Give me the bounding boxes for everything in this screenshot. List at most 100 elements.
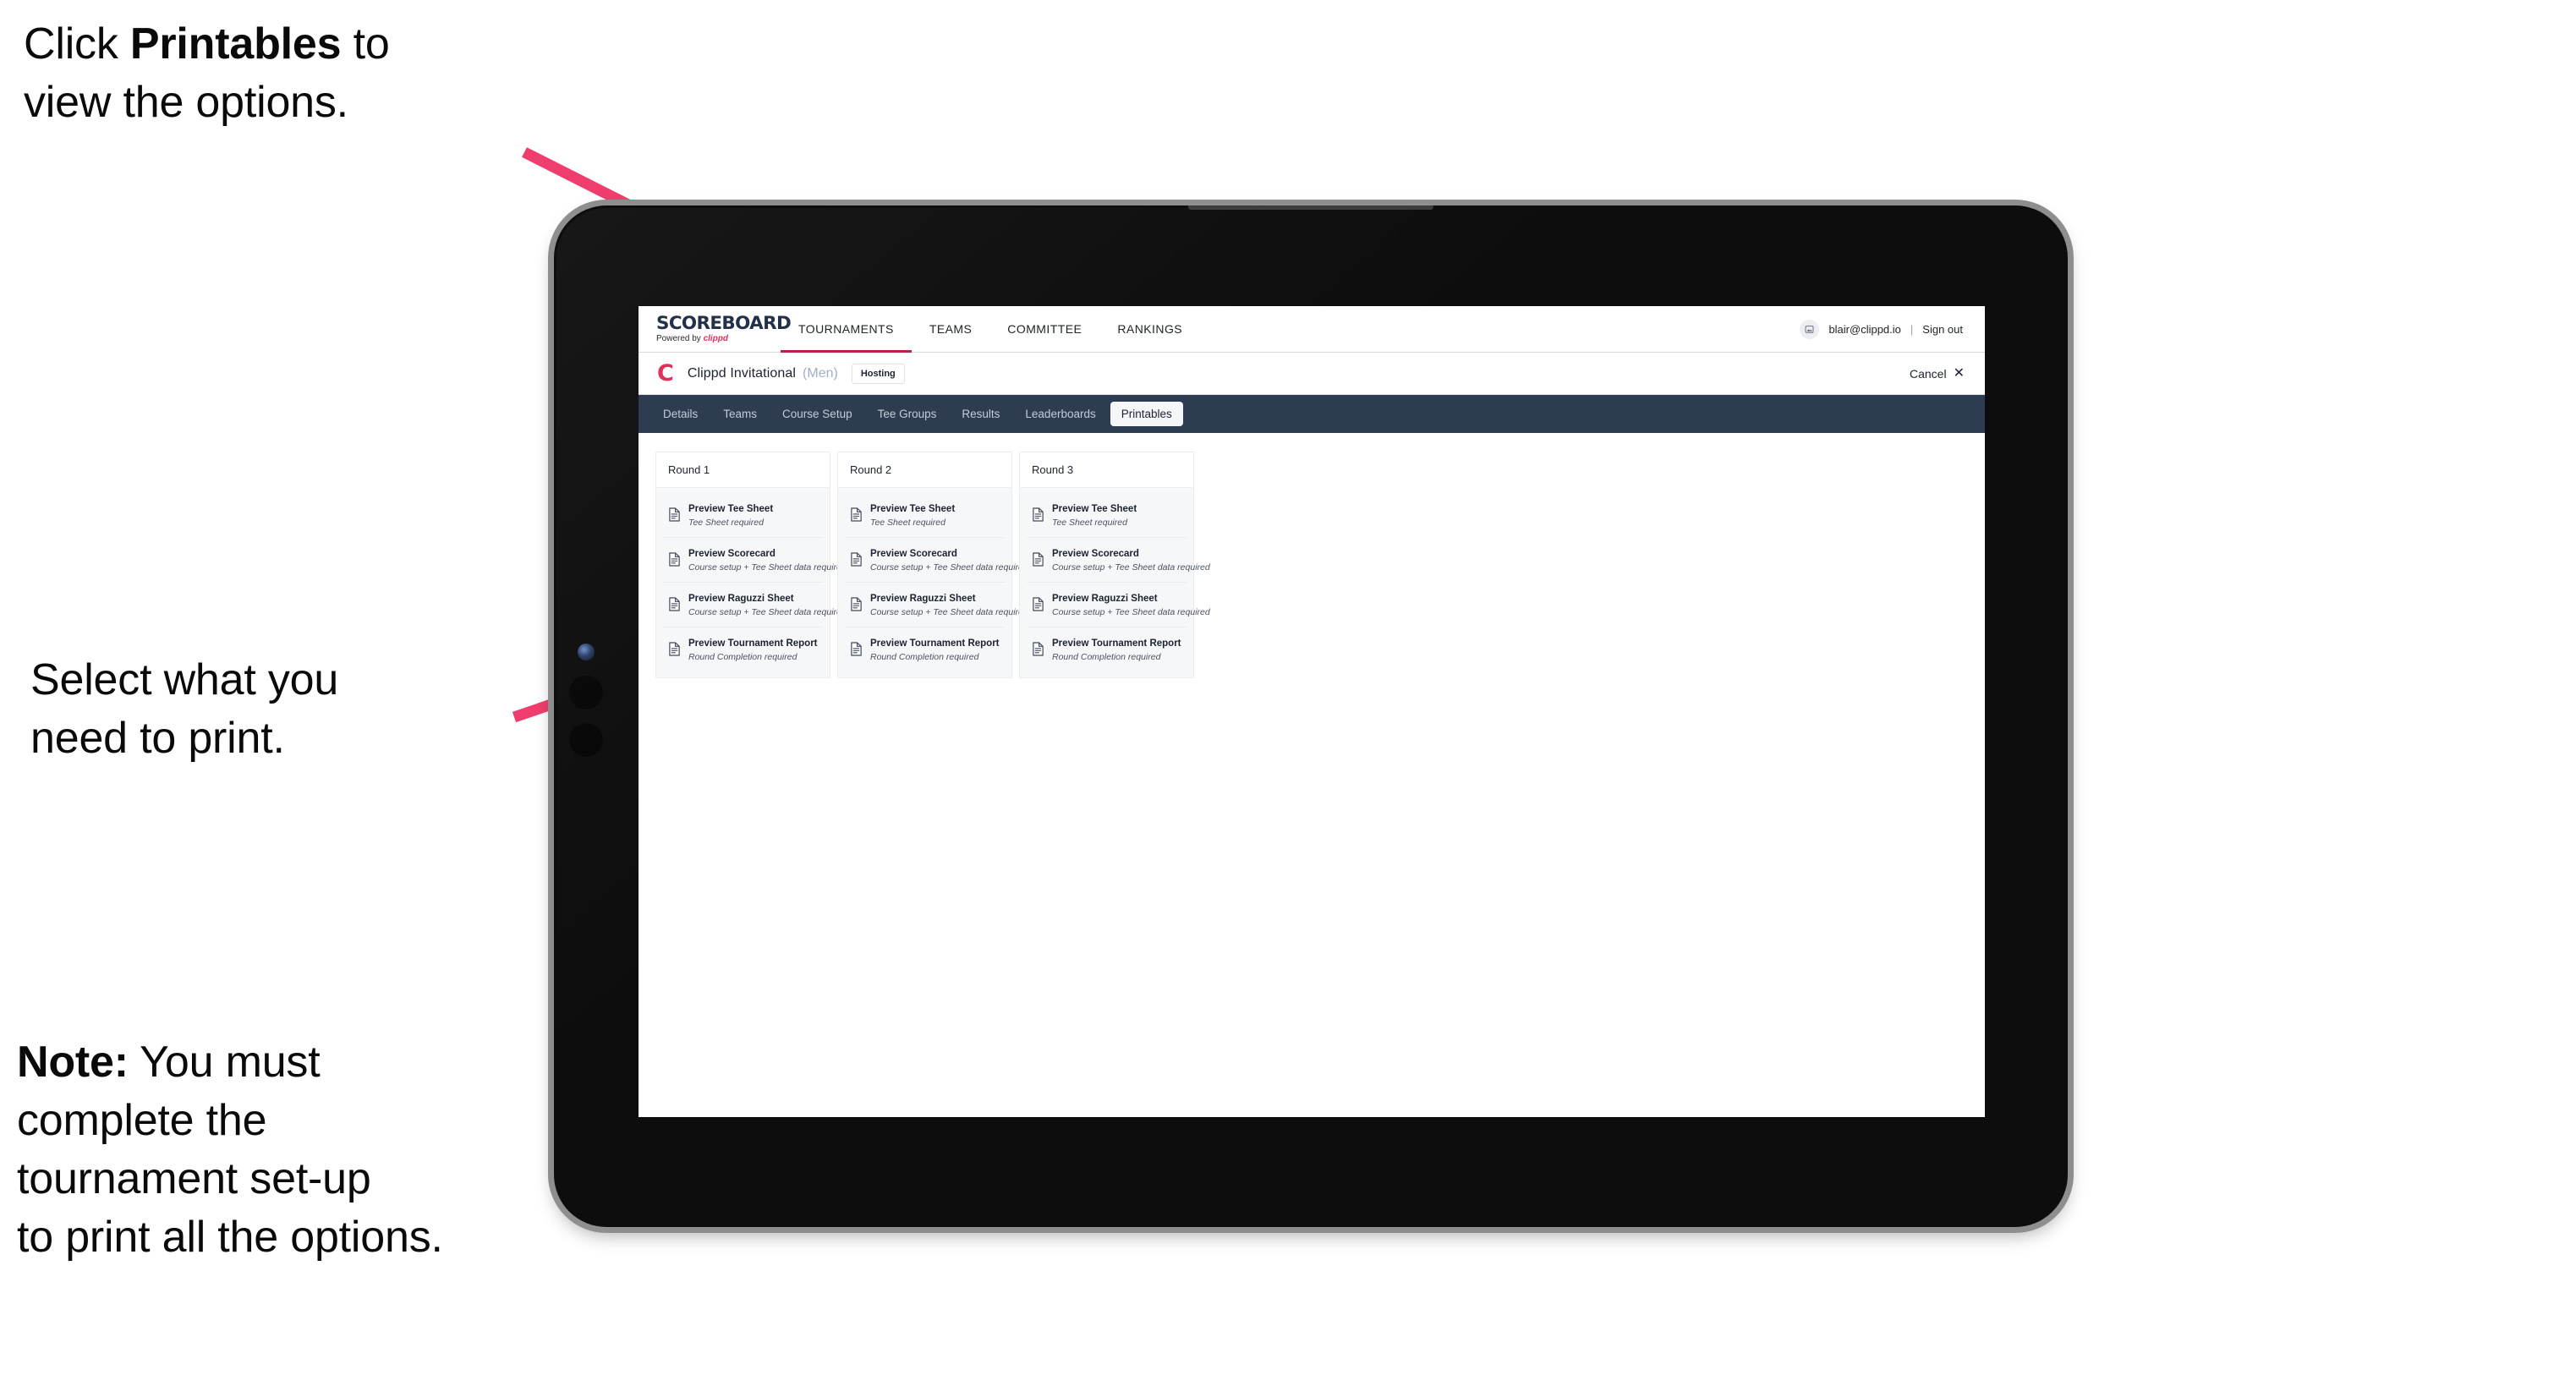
section-tab-bar: Details Teams Course Setup Tee Groups Re… [639,395,1985,433]
side-button-volume-up[interactable] [569,676,603,709]
printable-item[interactable]: Preview Tournament Report Round Completi… [663,627,823,671]
printable-item[interactable]: Preview Tee Sheet Tee Sheet required [663,493,823,538]
tablet-device: SCOREBOARD Powered by clippd TOURNAMENTS… [554,204,2068,1227]
user-avatar-icon[interactable] [1800,319,1820,339]
printable-requirement: Course setup + Tee Sheet data required [1052,562,1210,572]
printable-text: Preview Scorecard Course setup + Tee She… [1052,545,1210,574]
account-area: blair@clippd.io | Sign out [1800,306,1985,352]
global-nav-item-teams[interactable]: TEAMS [912,306,989,352]
printable-title: Preview Raguzzi Sheet [1052,593,1158,604]
brand-wordmark: SCOREBOARD [656,313,792,333]
printable-title: Preview Tournament Report [688,638,818,649]
printable-text: Preview Scorecard Course setup + Tee She… [688,545,847,574]
printable-title: Preview Tournament Report [870,638,1000,649]
printables-panel: Round 1 Preview Tee Sheet Tee Sheet requ… [639,433,1985,698]
user-email-label: blair@clippd.io [1828,322,1901,336]
cancel-button-label: Cancel [1910,366,1947,381]
camera-lens-icon [578,644,595,660]
round-items: Preview Tee Sheet Tee Sheet required Pre… [838,488,1028,678]
tab-leaderboards[interactable]: Leaderboards [1014,402,1106,426]
sign-out-link[interactable]: Sign out [1922,323,1963,336]
annotation-select-print: Select what you need to print. [30,655,339,764]
round-card: Round 2 Preview Tee Sheet Tee Sheet requ… [837,452,1028,679]
printable-requirement: Round Completion required [870,651,979,662]
clippd-logo-icon: C [657,360,674,386]
annotation-click-printables: Click Printables to view the options. [24,15,582,132]
tab-details[interactable]: Details [652,402,709,426]
printable-title: Preview Tee Sheet [870,504,956,514]
side-button-volume-down[interactable] [569,723,603,757]
document-icon [1032,597,1044,611]
brand-powered-by: Powered by clippd [656,335,781,343]
printable-item[interactable]: Preview Scorecard Course setup + Tee She… [663,537,847,583]
tab-tee-groups[interactable]: Tee Groups [867,402,948,426]
printable-requirement: Tee Sheet required [870,518,945,528]
tournament-gender: (Men) [803,365,838,381]
annotation-click-prefix: Click [24,19,130,68]
printable-requirement: Course setup + Tee Sheet data required [870,606,1028,617]
tab-printables[interactable]: Printables [1110,402,1183,426]
device-speaker [1188,204,1433,210]
clippd-brand-text: clippd [703,334,729,343]
printable-item[interactable]: Preview Tee Sheet Tee Sheet required [1027,493,1187,538]
printable-item[interactable]: Preview Raguzzi Sheet Course setup + Tee… [663,582,847,627]
document-icon [668,552,681,567]
printable-item[interactable]: Preview Tee Sheet Tee Sheet required [845,493,1005,538]
printable-title: Preview Raguzzi Sheet [688,593,794,604]
printable-requirement: Course setup + Tee Sheet data required [688,562,847,572]
round-title: Round 3 [1020,452,1193,488]
cancel-button[interactable]: Cancel ✕ [1910,365,1965,381]
printable-title: Preview Scorecard [1052,548,1139,559]
document-icon [1032,552,1044,567]
tab-results[interactable]: Results [951,402,1011,426]
printable-text: Preview Tournament Report Round Completi… [1052,635,1181,664]
document-icon [1032,507,1044,523]
scoreboard-brand[interactable]: SCOREBOARD Powered by clippd [639,306,792,352]
powered-by-text: Powered by [656,334,704,343]
global-nav-item-rankings[interactable]: RANKINGS [1099,306,1200,352]
printable-item[interactable]: Preview Raguzzi Sheet Course setup + Tee… [1027,582,1210,627]
tab-teams[interactable]: Teams [712,402,768,426]
printable-text: Preview Raguzzi Sheet Course setup + Tee… [870,590,1028,619]
printable-item[interactable]: Preview Scorecard Course setup + Tee She… [1027,537,1210,583]
printable-requirement: Course setup + Tee Sheet data required [1052,606,1210,617]
status-badge: Hosting [851,363,905,384]
document-icon [850,642,863,656]
printable-requirement: Round Completion required [688,651,797,662]
browser-viewport: SCOREBOARD Powered by clippd TOURNAMENTS… [639,306,1985,1117]
document-icon [668,597,681,611]
close-icon: ✕ [1953,365,1965,381]
printable-item[interactable]: Preview Tournament Report Round Completi… [1027,627,1187,671]
global-nav-item-committee[interactable]: COMMITTEE [989,306,1099,352]
tournament-name: Clippd Invitational [687,365,797,381]
annotation-click-bold: Printables [129,19,342,68]
printable-title: Preview Tournament Report [1052,638,1181,649]
printable-item[interactable]: Preview Tournament Report Round Completi… [845,627,1005,671]
document-icon [850,507,863,523]
printable-requirement: Tee Sheet required [1052,518,1127,528]
document-icon [1032,642,1044,656]
global-nav-item-tournaments[interactable]: TOURNAMENTS [781,306,912,353]
printable-requirement: Tee Sheet required [688,518,764,528]
printable-item[interactable]: Preview Raguzzi Sheet Course setup + Tee… [845,582,1028,627]
printable-title: Preview Raguzzi Sheet [870,593,976,604]
document-icon [668,642,681,656]
document-icon [668,507,681,523]
printable-item[interactable]: Preview Scorecard Course setup + Tee She… [845,537,1028,583]
printable-text: Preview Raguzzi Sheet Course setup + Tee… [1052,590,1210,619]
round-card: Round 1 Preview Tee Sheet Tee Sheet requ… [655,452,847,679]
account-separator: | [1910,322,1914,336]
printable-title: Preview Tee Sheet [688,504,774,514]
printable-text: Preview Tournament Report Round Completi… [870,635,1000,664]
printable-requirement: Round Completion required [1052,651,1161,662]
round-card: Round 3 Preview Tee Sheet Tee Sheet requ… [1019,452,1210,679]
round-title: Round 2 [838,452,1011,488]
printable-text: Preview Tournament Report Round Completi… [688,635,818,664]
global-nav-items: TOURNAMENTS TEAMS COMMITTEE RANKINGS [781,306,1200,353]
printable-title: Preview Tee Sheet [1052,504,1137,514]
document-icon [850,597,863,611]
tab-course-setup[interactable]: Course Setup [771,402,863,426]
global-navigation-bar: SCOREBOARD Powered by clippd TOURNAMENTS… [639,306,1985,353]
printable-text: Preview Tee Sheet Tee Sheet required [688,501,773,529]
printable-text: Preview Raguzzi Sheet Course setup + Tee… [688,590,847,619]
